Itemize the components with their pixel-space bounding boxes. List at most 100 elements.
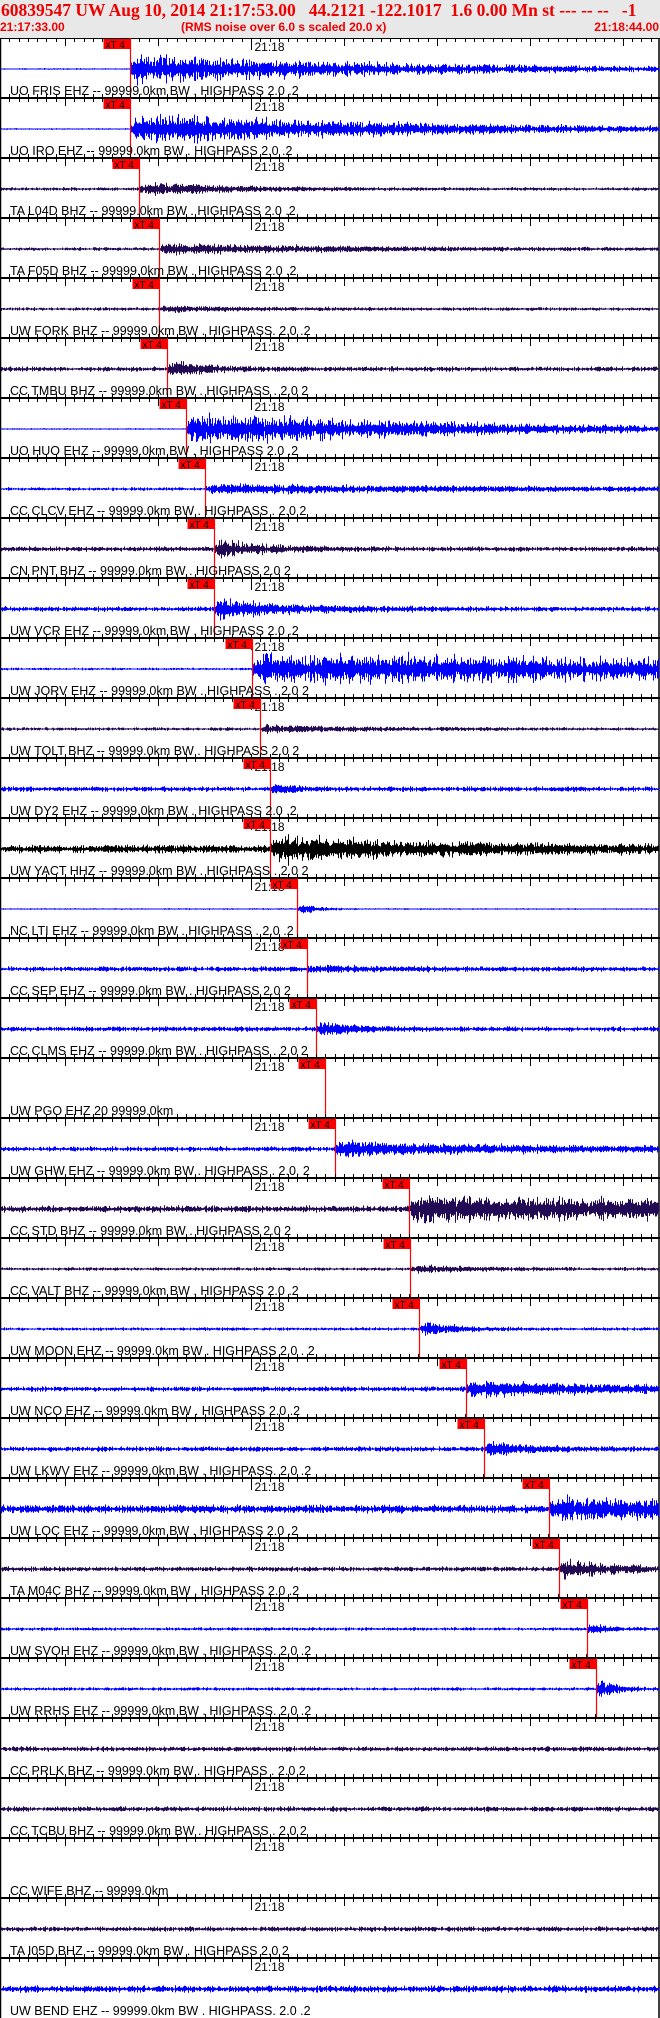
trace-row[interactable]: 21:18 xT 4 UW LKWV EHZ -- 99999.0km BW . H… <box>0 1414 660 1478</box>
minute-label: 21:18 <box>255 520 285 534</box>
trace-row[interactable]: 21:18xT 4UW YACT HHZ -- 99999.0km BW . H… <box>0 814 660 878</box>
waveform <box>1 113 659 144</box>
station-label: UW JORV EHZ -- 99999.0km BW . HIGHPASS .… <box>10 684 309 698</box>
pick-flag-label: xT 4 <box>135 220 155 231</box>
waveform <box>1 724 659 735</box>
trace-row[interactable]: 21:18xT 4 CC SEP EHZ -- 99999.0km BW . HI… <box>0 934 660 998</box>
waveform <box>1 651 659 686</box>
station-label: CC STD BHZ -- 99999.0km BW . HIGHPASS 2.… <box>10 1224 291 1238</box>
axis-ticks <box>0 38 660 46</box>
waveform <box>1 834 659 866</box>
pick-flag-label: xT 4 <box>190 520 210 531</box>
station-label: UW VCR EHZ -- 99999.0km BW . HIGHPASS 2.… <box>10 624 299 638</box>
trace-row[interactable]: 21:18TA I05D BHZ -- 99999.0km BW . HIGHP… <box>0 1894 660 1958</box>
station-label: UW RRHS EHZ -- 99999.0km BW . HIGHPASS. … <box>10 1704 311 1718</box>
trace-row[interactable]: 21:18 CC PRLK BHZ -- 99999.0km BW . HIGHP… <box>0 1714 660 1778</box>
waveform <box>1 1558 659 1580</box>
pick-flag-label: xT 4 <box>525 1480 545 1491</box>
trace-row[interactable]: 21:18 xT 4 CC VALT BHZ -- 99999.0km BW . H… <box>0 1234 660 1298</box>
rms-note: (RMS noise over 6.0 s scaled 20.0 x) <box>181 20 387 34</box>
minute-label: 21:18 <box>255 1540 285 1554</box>
waveform <box>1 1441 659 1456</box>
minute-label: 21:18 <box>255 1120 285 1134</box>
trace-row[interactable]: 21:18 xT 4 TA F05D BHZ -- 99999.0km BW . H… <box>0 214 660 278</box>
station-label: UW TOLT BHZ -- 99999.0km BW . HIGHPASS 2… <box>10 744 299 758</box>
pick-flag-label: xT 4 <box>246 820 266 831</box>
minute-label: 21:18 <box>255 1600 285 1614</box>
pick-flag-label: xT 4 <box>246 760 266 771</box>
minute-label: 21:18 <box>255 40 285 54</box>
waveform <box>1 964 659 973</box>
waveform <box>1 305 659 313</box>
waveform <box>1 1806 659 1812</box>
minute-label: 21:18 <box>255 1960 285 1974</box>
trace-row[interactable]: 21:18xT 4UW TOLT BHZ -- 99999.0km BW . H… <box>0 694 660 758</box>
trace-row[interactable]: 21:18 xT 4 UO IRO EHZ -- 99999.0km BW . HI… <box>0 94 660 158</box>
trace-row[interactable]: 21:18 xT 4 UO HUO EHZ -- 99999.0km BW . HI… <box>0 394 660 458</box>
trace-row[interactable]: 21:18 xT 4 CC STD BHZ -- 99999.0km BW . HI… <box>0 1174 660 1238</box>
trace-row[interactable]: 21:18 xT 4 CC TMBU BHZ -- 99999.0km BW . H… <box>0 334 660 398</box>
trace-row[interactable]: 21:18 UW BEND EHZ -- 99999.0km BW . HIGHP… <box>0 1954 660 2018</box>
pick-flag-label: xT 4 <box>311 1120 331 1131</box>
pick-flag-label: xT 4 <box>106 100 126 111</box>
waveform <box>1 1624 659 1634</box>
minute-label: 21:18 <box>255 1480 285 1494</box>
station-label: TA F05D BHZ -- 99999.0km BW . HIGHPASS 2… <box>10 264 296 278</box>
station-label: UW SVOH EHZ -- 99999.0km BW . HIGHPASS. … <box>10 1644 311 1658</box>
minute-label: 21:18 <box>255 1720 285 1734</box>
trace-row[interactable]: 21:18 xT 4CC CLMS EHZ -- 99999.0km BW . H… <box>0 994 660 1058</box>
minute-label: 21:18 <box>255 1420 285 1434</box>
trace-row[interactable]: 21:18 xT 4 TA M04C BHZ -- 99999.0km BW . H… <box>0 1534 660 1598</box>
station-label: CC PRLK BHZ -- 99999.0km BW . HIGHPASS .… <box>10 1764 306 1778</box>
event-header: 60839547 UW Aug 10, 2014 21:17:53.00 44.… <box>0 0 660 38</box>
station-label: UW GHW EHZ -- 99999.0km BW . HIGHPASS . … <box>10 1164 310 1178</box>
station-label: TA M04C BHZ -- 99999.0km BW . HIGHPASS 2… <box>10 1584 299 1598</box>
pick-flag-label: xT 4 <box>442 1360 462 1371</box>
pick-flag-label: xT 4 <box>292 1000 312 1011</box>
station-label: UW BEND EHZ -- 99999.0km BW . HIGHPASS. … <box>10 2004 311 2018</box>
trace-row[interactable]: 21:18 xT 4 UW PGO EHZ 20 99999.0km <box>0 1054 660 1118</box>
pick-flag-label: xT 4 <box>181 460 201 471</box>
trace-row[interactable]: 21:18 xT 4 UW MOON EHZ -- 99999.0km BW . H… <box>0 1294 660 1358</box>
pick-flag-label: xT 4 <box>395 1300 415 1311</box>
station-label: UO IRO EHZ -- 99999.0km BW . HIGHPASS 2.… <box>10 144 293 158</box>
station-label: UO FRIS EHZ -- 99999.0km BW . HIGHPASS 2… <box>10 84 299 98</box>
station-label: UW LOC EHZ -- 99999.0km BW . HIGHPASS 2.… <box>10 1524 298 1538</box>
event-title: 60839547 UW Aug 10, 2014 21:17:53.00 44.… <box>1 0 637 20</box>
trace-row[interactable]: 21:18 xT 4 UW VCR EHZ -- 99999.0km BW . HI… <box>0 574 660 638</box>
trace-row[interactable]: 21:18CC TCBU BHZ -- 99999.0km BW . HIGHP… <box>0 1774 660 1838</box>
waveform <box>1 483 659 495</box>
trace-row[interactable]: 21:18 xT 4 UW FORK BHZ -- 99999.0km BW . H… <box>0 274 660 338</box>
trace-row[interactable]: 21:18 xT 4 TA L04D BHZ -- 99999.0km BW . H… <box>0 154 660 218</box>
minute-label: 21:18 <box>255 580 285 594</box>
trace-row[interactable]: 21:18 xT 4 UW JORV EHZ -- 99999.0km BW . H… <box>0 634 660 698</box>
trace-row[interactable]: 21:18 xT 4 UW RRHS EHZ -- 99999.0km BW . H… <box>0 1654 660 1718</box>
minute-label: 21:18 <box>255 340 285 354</box>
station-label: UW NCO EHZ -- 99999.0km BW . HIGHPASS 2.… <box>10 1404 300 1418</box>
pick-flag-label: xT 4 <box>386 1240 406 1251</box>
station-label: CC SEP EHZ -- 99999.0km BW . HIGHPASS 2.… <box>10 984 291 998</box>
trace-row[interactable]: 21:18xT 4UW DY2 EHZ -- 99999.0km BW . HI… <box>0 754 660 818</box>
trace-row[interactable]: 21:18 xT 4 UW NCO EHZ -- 99999.0km BW . HI… <box>0 1354 660 1418</box>
trace-row[interactable]: 21:18xT 4NC LTI EHZ -- 99999.0km BW . HI… <box>0 874 660 938</box>
pick-flag-label: xT 4 <box>273 880 293 891</box>
trace-row[interactable]: 21:18 xT 4 UW LOC EHZ -- 99999.0km BW . HI… <box>0 1474 660 1538</box>
waveform <box>1 54 659 86</box>
station-label: UW PGO EHZ 20 99999.0km <box>10 1104 173 1118</box>
pick-flag-label: xT 4 <box>135 280 155 291</box>
waveform <box>1 1264 659 1274</box>
trace-row[interactable]: 21:18 xT 4 UO FRIS EHZ -- 99999.0km BW . H… <box>0 38 660 98</box>
station-label: UW MOON EHZ -- 99999.0km BW . HIGHPASS 2… <box>10 1344 315 1358</box>
waveform <box>1 1022 659 1036</box>
minute-label: 21:18 <box>255 1180 285 1194</box>
trace-row[interactable]: 21:18 xT 4 CN PNT BHZ -- 99999.0km BW . HI… <box>0 514 660 578</box>
trace-row[interactable]: 21:18 xT 4 UW SVOH EHZ -- 99999.0km BW . H… <box>0 1594 660 1658</box>
waveform <box>1 1139 659 1158</box>
trace-row[interactable]: 21:18 xT 4 UW GHW EHZ -- 99999.0km BW . HI… <box>0 1114 660 1178</box>
minute-label: 21:18 <box>255 1780 285 1794</box>
waveform <box>1 539 659 559</box>
waveform <box>1 1746 659 1752</box>
end-time: 21:18:44.00 <box>594 20 659 34</box>
trace-row[interactable]: 21:18xT 4CC CLCV EHZ -- 99999.0km BW . H… <box>0 454 660 518</box>
trace-row[interactable]: 21:18 CC WIFE BHZ -- 99999.0km <box>0 1834 660 1898</box>
